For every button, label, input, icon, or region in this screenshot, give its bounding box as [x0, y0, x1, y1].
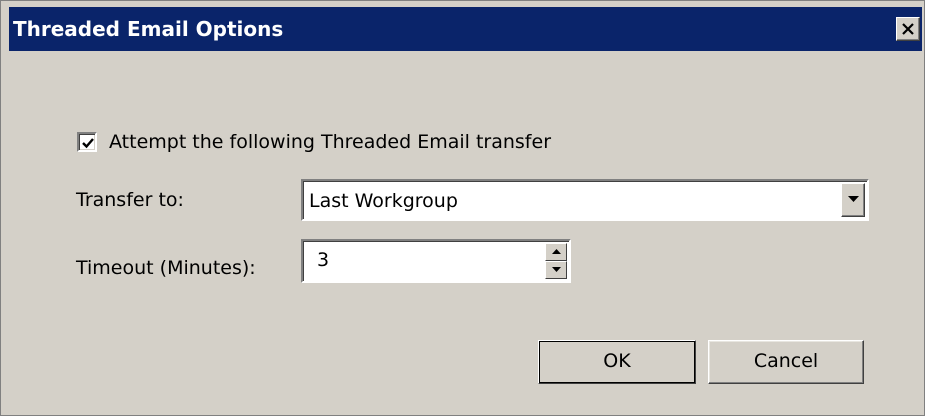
- close-icon: [902, 23, 914, 35]
- timeout-value: 3: [317, 249, 330, 271]
- attempt-transfer-checkbox[interactable]: [77, 132, 97, 152]
- dropdown-button[interactable]: [841, 183, 865, 217]
- transfer-to-value: Last Workgroup: [309, 190, 458, 212]
- ok-button[interactable]: OK: [538, 340, 696, 384]
- cancel-button[interactable]: Cancel: [708, 340, 864, 384]
- dialog-content: Attempt the following Threaded Email tra…: [9, 51, 922, 409]
- title-bar[interactable]: Threaded Email Options: [9, 7, 922, 51]
- transfer-to-dropdown[interactable]: Last Workgroup: [301, 179, 869, 221]
- close-button[interactable]: [896, 17, 920, 41]
- dialog-title: Threaded Email Options: [13, 17, 284, 41]
- transfer-to-label: Transfer to:: [76, 189, 184, 211]
- arrow-down-icon: [552, 267, 561, 272]
- attempt-transfer-row[interactable]: Attempt the following Threaded Email tra…: [77, 129, 551, 155]
- checkmark-icon: [82, 138, 94, 149]
- spin-up-button[interactable]: [545, 243, 567, 261]
- dialog-window: Threaded Email Options Attempt the follo…: [0, 0, 925, 416]
- attempt-transfer-label: Attempt the following Threaded Email tra…: [109, 131, 552, 153]
- arrow-up-icon: [552, 249, 561, 254]
- chevron-down-icon: [848, 196, 859, 202]
- timeout-spinner[interactable]: 3: [301, 239, 571, 283]
- timeout-label: Timeout (Minutes):: [76, 257, 256, 279]
- spin-down-button[interactable]: [545, 261, 567, 279]
